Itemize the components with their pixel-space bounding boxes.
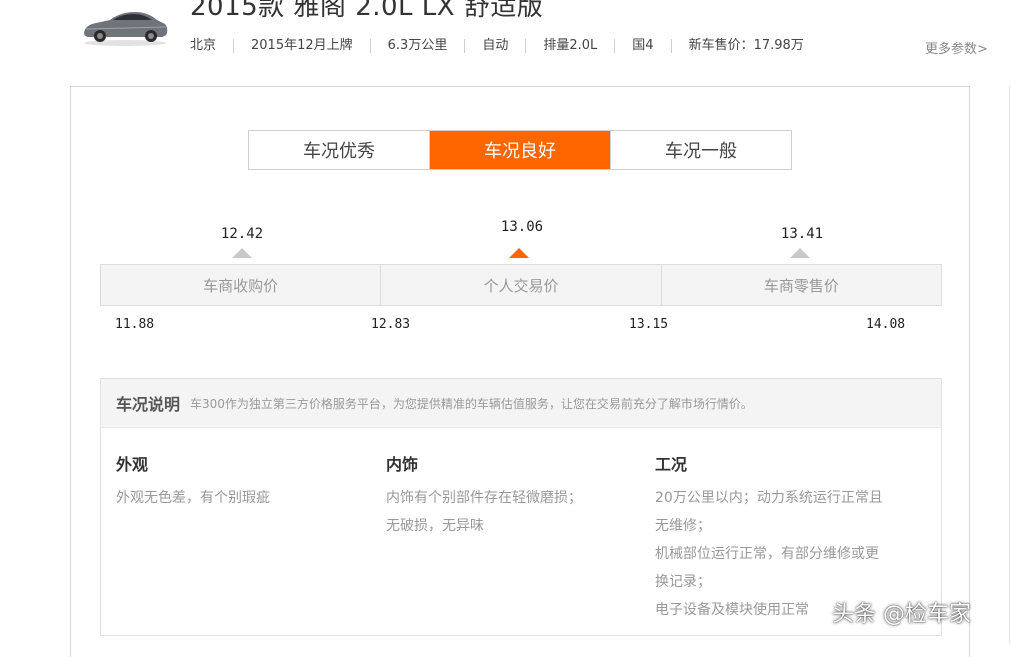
spec-list: 北京 2015年12月上牌 6.3万公里 自动 排量2.0L 国4 新车售价：1… [190, 37, 821, 55]
car-thumbnail [84, 12, 168, 46]
divider [1009, 86, 1010, 643]
column-title: 外观 [116, 455, 149, 474]
spec-displacement: 排量2.0L [525, 39, 614, 53]
spec-emission: 国4 [614, 39, 670, 53]
column-title: 工况 [655, 455, 688, 474]
spec-new-price: 新车售价：17.98万 [670, 39, 821, 53]
spec-registration: 2015年12月上牌 [233, 39, 370, 53]
price-label-private-trade: 个人交易价 [380, 265, 660, 305]
spec-city: 北京 [190, 38, 217, 53]
price-label-dealer-retail: 车商零售价 [660, 265, 941, 305]
tab-good[interactable]: 车况良好 [429, 131, 610, 169]
condition-title: 车况说明 [116, 395, 181, 414]
marker-triangle-icon [790, 248, 810, 258]
condition-header: 车况说明 车300作为独立第三方价格服务平台，为您提供精准的车辆估值服务，让您在… [101, 379, 941, 428]
column-line: 无破损，无异味 [386, 518, 484, 534]
condition-column-interior: 内饰 内饰有个别部件存在轻微磨损； 无破损，无异味 [386, 451, 648, 540]
tab-excellent[interactable]: 车况优秀 [249, 131, 429, 169]
marker-triangle-icon [232, 248, 252, 258]
more-params-link[interactable]: 更多参数> [925, 38, 988, 57]
condition-tabs: 车况优秀 车况良好 车况一般 [248, 130, 792, 170]
spec-transmission: 自动 [464, 39, 525, 53]
column-title: 内饰 [386, 455, 419, 474]
price-bar: 车商收购价 个人交易价 车商零售价 [100, 264, 942, 306]
condition-description: 车300作为独立第三方价格服务平台，为您提供精准的车辆估值服务，让您在交易前充分… [190, 396, 753, 411]
column-line: 外观无色差，有个别瑕疵 [116, 490, 270, 506]
private-trade-price: 13.06 [500, 219, 544, 235]
condition-section: 车况说明 车300作为独立第三方价格服务平台，为您提供精准的车辆估值服务，让您在… [100, 378, 942, 636]
range-value: 12.83 [371, 317, 411, 332]
price-label-dealer-buy: 车商收购价 [203, 276, 279, 295]
condition-column-exterior: 外观 外观无色差，有个别瑕疵 [116, 451, 378, 512]
column-line: 内饰有个别部件存在轻微磨损； [386, 490, 582, 506]
spec-mileage: 6.3万公里 [369, 39, 465, 53]
column-line: 无维修； [655, 518, 711, 534]
watermark: 头条 @检车家 [832, 602, 971, 627]
column-line: 换记录； [655, 574, 711, 590]
column-line: 20万公里以内；动力系统运行正常且 [655, 490, 883, 506]
column-line: 机械部位运行正常，有部分维修或更 [655, 546, 879, 562]
tab-fair[interactable]: 车况一般 [610, 131, 791, 169]
dealer-retail-price: 13.41 [780, 226, 824, 242]
range-value: 11.88 [115, 317, 155, 332]
range-value: 14.08 [866, 317, 906, 332]
dealer-buy-price: 12.42 [220, 226, 264, 242]
car-title: 2015款 雅阁 2.0L LX 舒适版 [190, 0, 544, 22]
range-value: 13.15 [629, 317, 669, 332]
marker-triangle-icon [509, 248, 529, 258]
